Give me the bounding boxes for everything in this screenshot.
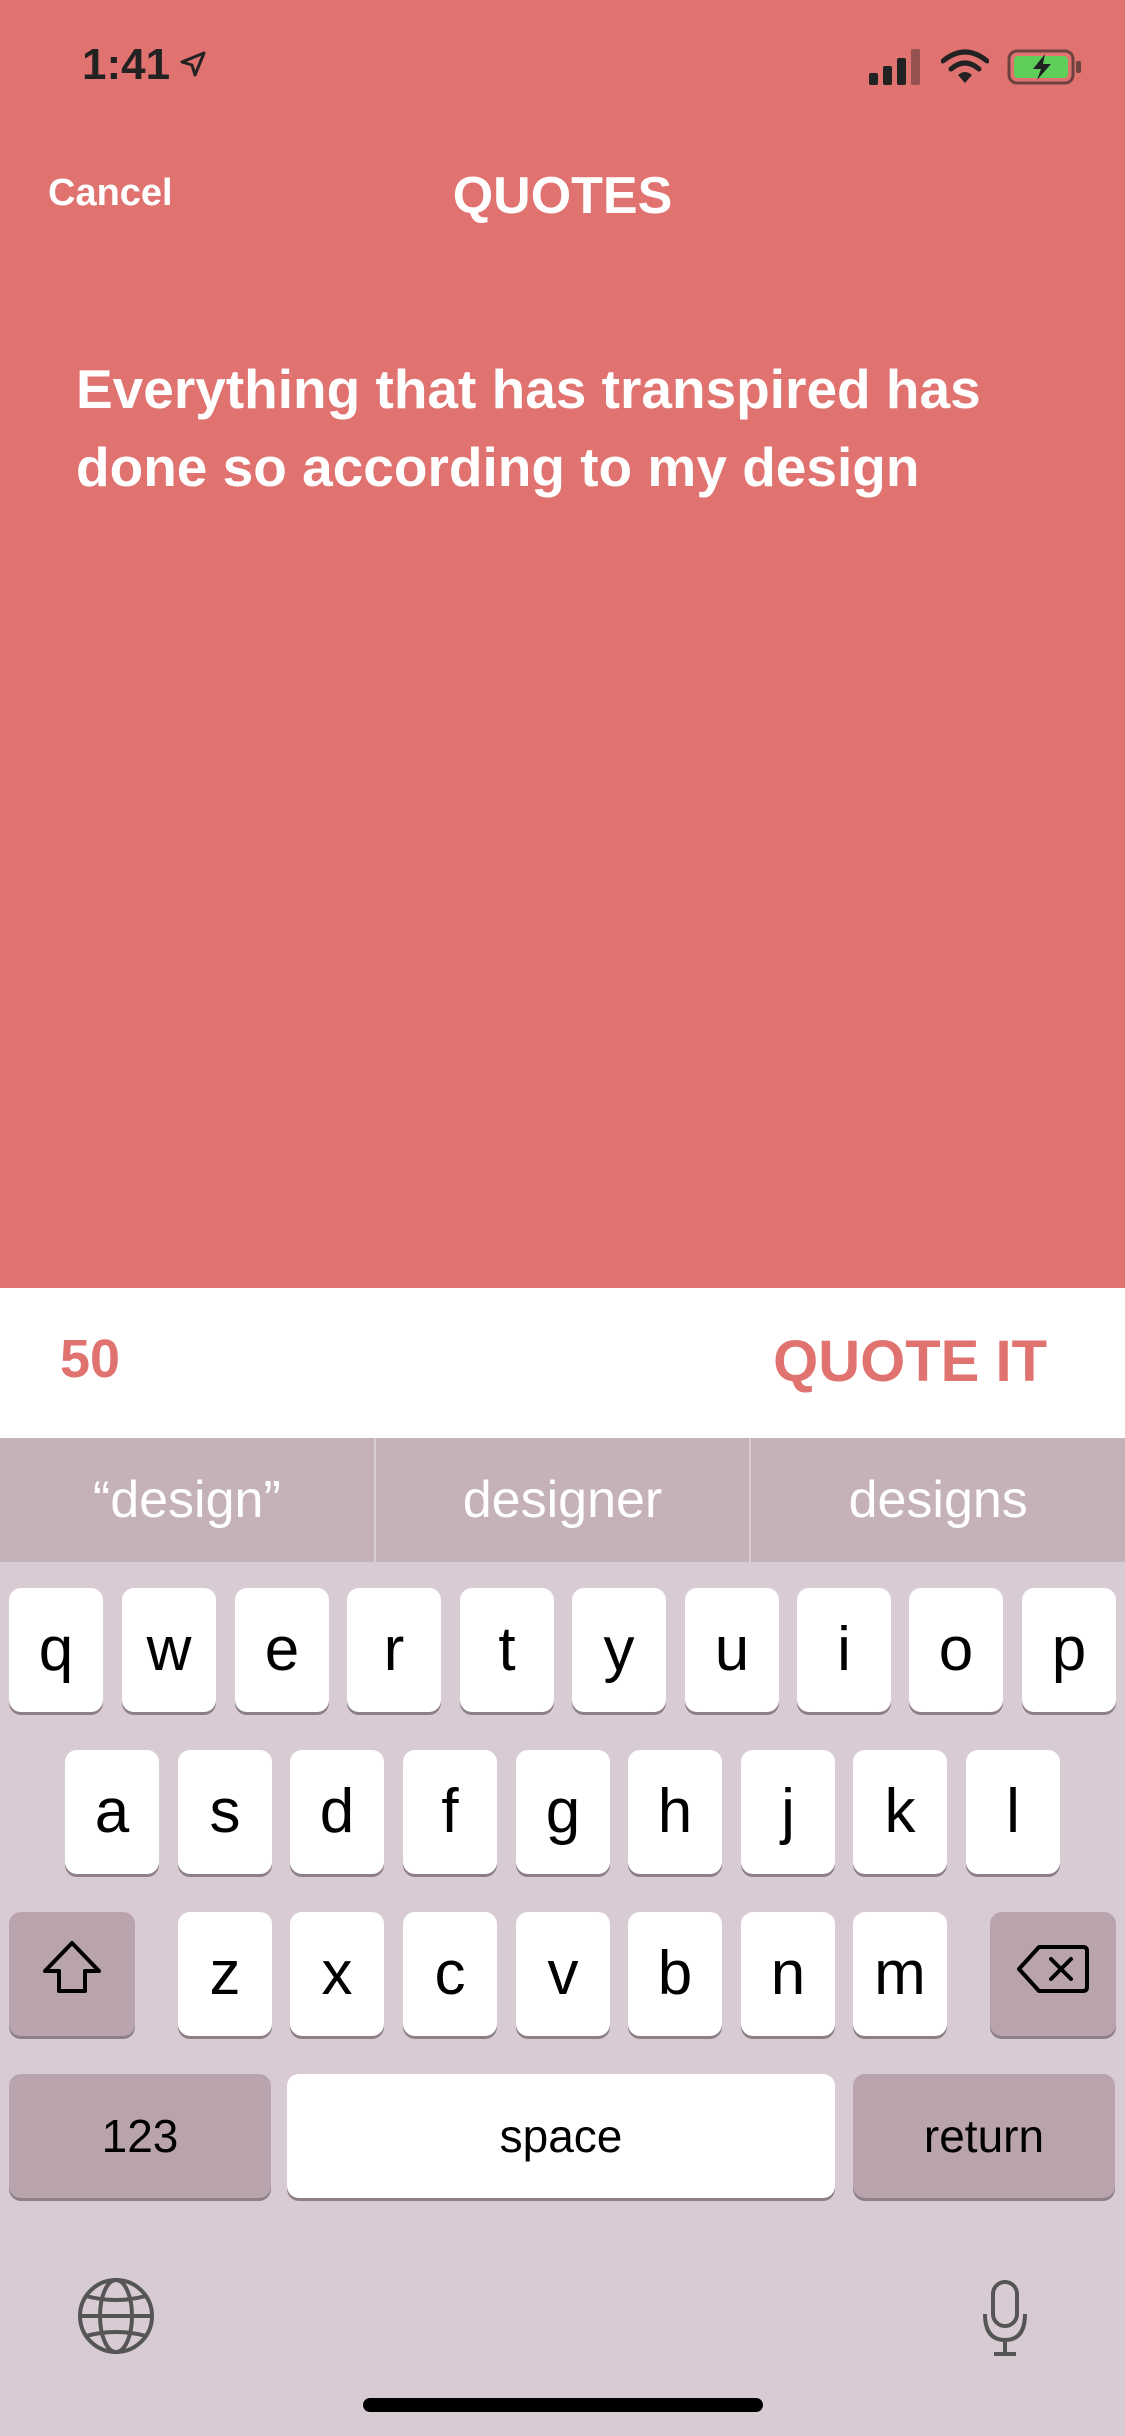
- key-label: q: [38, 1615, 74, 1684]
- key-label: z: [209, 1939, 241, 2008]
- key[interactable]: y: [572, 1588, 666, 1712]
- key-label: y: [603, 1615, 635, 1684]
- suggestion-item[interactable]: designs: [751, 1438, 1125, 1562]
- key[interactable]: o: [909, 1588, 1003, 1712]
- key-label: a: [94, 1777, 130, 1846]
- globe-icon[interactable]: [76, 2276, 156, 2361]
- key-label: v: [547, 1939, 579, 2008]
- key-label: l: [1006, 1777, 1020, 1846]
- key[interactable]: l: [966, 1750, 1060, 1874]
- key-label: s: [209, 1777, 241, 1846]
- key-label: f: [441, 1777, 459, 1846]
- key[interactable]: q: [9, 1588, 103, 1712]
- key[interactable]: w: [122, 1588, 216, 1712]
- microphone-icon[interactable]: [980, 2278, 1030, 2363]
- key-label: k: [884, 1777, 916, 1846]
- key[interactable]: t: [460, 1588, 554, 1712]
- key-label: n: [770, 1939, 806, 2008]
- key-label: b: [657, 1939, 693, 2008]
- status-time-label: 1:41: [82, 40, 171, 89]
- backspace-icon: [1017, 1939, 1089, 2010]
- key[interactable]: h: [628, 1750, 722, 1874]
- key[interactable]: a: [65, 1750, 159, 1874]
- key[interactable]: m: [853, 1912, 947, 2036]
- key[interactable]: d: [290, 1750, 384, 1874]
- signal-icon: [869, 49, 923, 90]
- key[interactable]: u: [685, 1588, 779, 1712]
- key-label: w: [146, 1615, 192, 1684]
- quote-action-bar: 50 QUOTE IT: [0, 1288, 1125, 1438]
- quote-text-input[interactable]: Everything that has transpired has done …: [76, 350, 1036, 506]
- wifi-icon: [940, 49, 990, 90]
- status-time: 1:41: [82, 40, 208, 90]
- key[interactable]: e: [235, 1588, 329, 1712]
- key-label: d: [319, 1777, 355, 1846]
- shift-key[interactable]: [9, 1912, 135, 2036]
- key-label: t: [498, 1615, 516, 1684]
- key-label: c: [434, 1939, 466, 2008]
- quote-editor-screen: 1:41 Cancel QUOTES Everything that has t…: [0, 0, 1125, 2436]
- key-label: h: [657, 1777, 693, 1846]
- key-label: o: [938, 1615, 974, 1684]
- character-count: 50: [60, 1329, 121, 1389]
- key-label: i: [837, 1615, 851, 1684]
- key-label: j: [781, 1777, 795, 1846]
- key[interactable]: f: [403, 1750, 497, 1874]
- key[interactable]: g: [516, 1750, 610, 1874]
- key-label: g: [545, 1777, 581, 1846]
- key[interactable]: i: [797, 1588, 891, 1712]
- key[interactable]: p: [1022, 1588, 1116, 1712]
- key[interactable]: b: [628, 1912, 722, 2036]
- space-key-label: space: [499, 2110, 623, 2162]
- key-label: x: [321, 1939, 353, 2008]
- key[interactable]: j: [741, 1750, 835, 1874]
- key[interactable]: z: [178, 1912, 272, 2036]
- return-key[interactable]: return: [853, 2074, 1115, 2198]
- key-label: m: [874, 1939, 926, 2008]
- keyboard: “design” designer designs q w e r t y u …: [0, 1438, 1125, 2436]
- home-indicator: [363, 2398, 763, 2412]
- shift-icon: [41, 1939, 103, 2010]
- location-arrow-icon: [178, 40, 208, 90]
- key[interactable]: s: [178, 1750, 272, 1874]
- suggestion-item[interactable]: “design”: [0, 1438, 374, 1562]
- status-indicators: [869, 48, 1083, 91]
- key-label: r: [383, 1615, 405, 1684]
- page-title: QUOTES: [452, 167, 673, 225]
- key[interactable]: c: [403, 1912, 497, 2036]
- key[interactable]: n: [741, 1912, 835, 2036]
- key-label: p: [1051, 1615, 1087, 1684]
- key[interactable]: k: [853, 1750, 947, 1874]
- battery-icon: [1007, 48, 1083, 91]
- key-label: e: [264, 1615, 300, 1684]
- space-key[interactable]: space: [287, 2074, 835, 2198]
- quote-it-button[interactable]: QUOTE IT: [773, 1328, 1047, 1395]
- key-label: u: [714, 1615, 750, 1684]
- backspace-key[interactable]: [990, 1912, 1116, 2036]
- key[interactable]: v: [516, 1912, 610, 2036]
- return-key-label: return: [923, 2110, 1045, 2162]
- predictive-suggestions: “design” designer designs: [0, 1438, 1125, 1562]
- suggestion-item[interactable]: designer: [376, 1438, 750, 1562]
- numbers-key[interactable]: 123: [9, 2074, 271, 2198]
- key[interactable]: r: [347, 1588, 441, 1712]
- key[interactable]: x: [290, 1912, 384, 2036]
- numbers-key-label: 123: [101, 2110, 179, 2162]
